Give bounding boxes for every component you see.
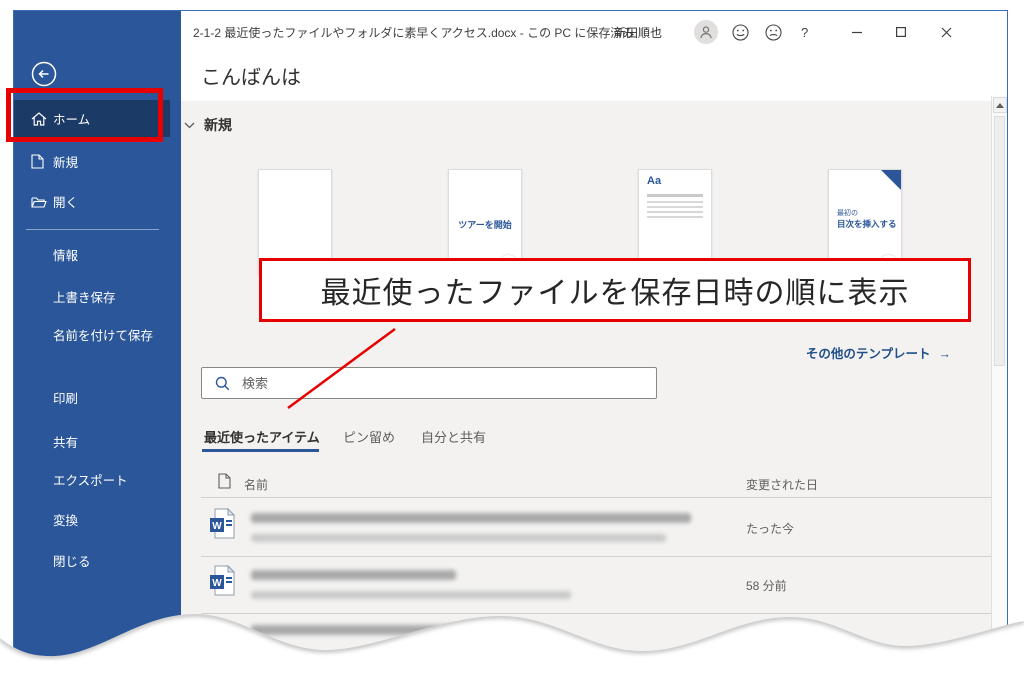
tab-recent[interactable]: 最近使ったアイテム <box>204 427 320 446</box>
annotation-highlight-box <box>6 88 163 142</box>
chevron-down-icon <box>184 122 195 129</box>
tab-pinned[interactable]: ピン留め <box>343 427 395 446</box>
account-name: 新田順也 <box>614 21 662 43</box>
right-arrow-icon: → <box>939 347 952 361</box>
back-arrow-icon <box>31 61 57 87</box>
word-document-icon: W <box>209 621 235 652</box>
sidebar-item-export[interactable]: エクスポート <box>14 472 174 490</box>
sidebar-divider <box>26 229 159 230</box>
annotation-callout-text: 最近使ったファイルを保存日時の順に表示 <box>321 268 910 312</box>
scroll-up-button[interactable] <box>993 97 1007 113</box>
sidebar-item-label: 開く <box>53 192 78 211</box>
redacted-filename <box>251 625 511 635</box>
modified-date: 58 分前 <box>746 577 787 594</box>
scrollbar-thumb[interactable] <box>994 116 1005 366</box>
modified-date: たった今 <box>746 520 794 537</box>
sidebar-item-close[interactable]: 閉じる <box>14 553 174 571</box>
greeting-text: こんばんは <box>201 61 301 90</box>
triangle-up-icon <box>996 103 1004 108</box>
tab-shared-with-me[interactable]: 自分と共有 <box>421 427 486 446</box>
redacted-filename <box>251 570 456 580</box>
new-section-title: 新規 <box>204 115 232 135</box>
column-header-name[interactable]: 名前 <box>244 476 268 493</box>
word-document-icon: W <box>209 508 235 539</box>
list-divider <box>201 497 1007 498</box>
column-header-date-modified[interactable]: 変更された日 <box>746 476 818 493</box>
more-templates-link[interactable]: その他のテンプレート→ <box>806 343 951 362</box>
account-avatar[interactable] <box>694 21 718 43</box>
sidebar-item-transform[interactable]: 変換 <box>14 512 174 530</box>
template-label-small: 最初の <box>837 208 858 218</box>
minimize-button[interactable] <box>842 21 872 43</box>
feedback-dislike-button[interactable] <box>765 21 782 43</box>
svg-text:W: W <box>212 578 222 589</box>
svg-text:W: W <box>212 634 222 645</box>
new-section-header[interactable]: 新規 <box>184 115 232 135</box>
svg-text:W: W <box>212 521 222 532</box>
frown-icon <box>765 24 782 41</box>
corner-ribbon <box>881 170 901 190</box>
file-type-icon <box>218 473 231 492</box>
back-button[interactable] <box>31 61 57 87</box>
close-icon <box>941 27 952 38</box>
maximize-button[interactable] <box>886 21 916 43</box>
sidebar-item-print[interactable]: 印刷 <box>14 390 174 408</box>
sidebar-item-save-as[interactable]: 名前を付けて保存 <box>14 327 164 345</box>
new-document-icon <box>31 154 53 169</box>
file-row-1[interactable]: W たった今 <box>201 500 1007 556</box>
open-folder-icon <box>31 195 53 208</box>
file-row-3[interactable]: W <box>201 614 1007 674</box>
maximize-icon <box>896 27 906 37</box>
sidebar-item-open[interactable]: 開く <box>14 184 181 218</box>
vertical-scrollbar[interactable] <box>991 96 1007 674</box>
search-input[interactable] <box>240 375 620 392</box>
template-label: 目次を挿入する <box>837 218 897 230</box>
search-box[interactable] <box>201 367 657 399</box>
feedback-like-button[interactable] <box>732 21 749 43</box>
sidebar-item-label: 新規 <box>53 152 78 171</box>
search-icon <box>215 376 230 391</box>
word-backstage-screenshot: ホーム 新規 開く 情報 上書き保存 名前を付けて保存 印刷 共有 エクスポート <box>0 0 1024 674</box>
sidebar-item-new[interactable]: 新規 <box>14 144 181 178</box>
redacted-filename <box>251 513 691 523</box>
redacted-filepath <box>251 534 666 542</box>
minimize-icon <box>852 27 862 37</box>
close-button[interactable] <box>931 21 961 43</box>
document-title: 2-1-2 最近使ったファイルやフォルダに素早くアクセス.docx - この P… <box>193 24 634 41</box>
sidebar-item-save[interactable]: 上書き保存 <box>14 289 174 307</box>
file-row-2[interactable]: W 58 分前 <box>201 557 1007 613</box>
help-button[interactable]: ? <box>801 21 808 43</box>
word-document-icon: W <box>209 565 235 596</box>
smiley-icon <box>732 24 749 41</box>
sidebar-item-info[interactable]: 情報 <box>14 247 174 265</box>
person-icon <box>694 20 718 44</box>
annotation-callout-box: 最近使ったファイルを保存日時の順に表示 <box>259 258 971 322</box>
template-label: Aa <box>647 175 661 187</box>
sidebar-item-share[interactable]: 共有 <box>14 434 174 452</box>
template-label: ツアーを開始 <box>449 218 521 231</box>
redacted-filepath <box>251 591 571 599</box>
active-tab-underline <box>202 449 319 452</box>
